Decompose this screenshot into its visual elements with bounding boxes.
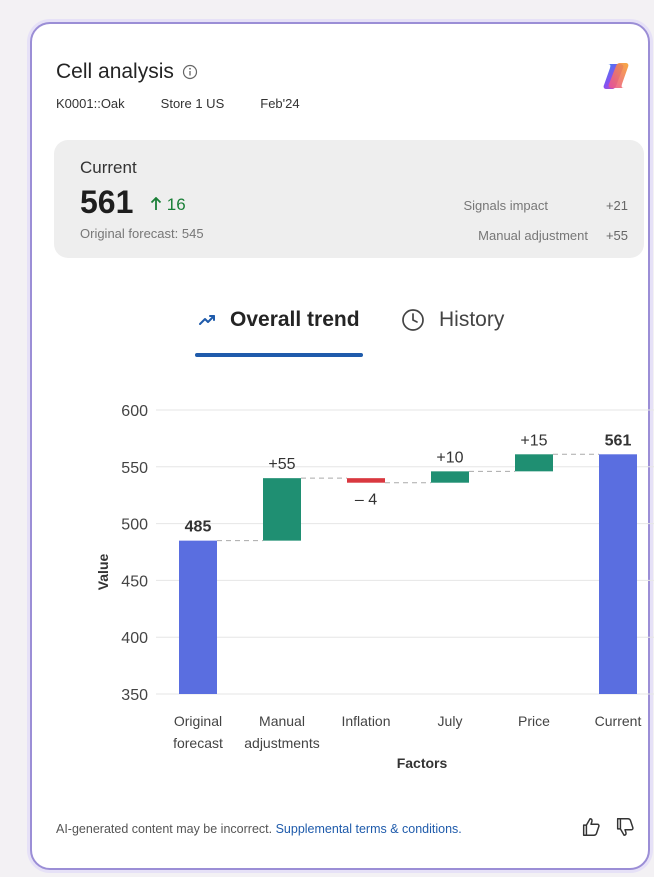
tab-history[interactable]: History — [401, 308, 504, 332]
arrow-up-icon — [150, 196, 162, 210]
y-tick-label: 550 — [121, 460, 148, 477]
bar-total — [179, 540, 217, 694]
x-tick-label: July — [438, 713, 463, 729]
clock-icon — [402, 309, 424, 331]
x-tick-label: Original — [174, 713, 222, 729]
x-tick-label: Inflation — [341, 713, 390, 729]
x-tick-label: adjustments — [244, 735, 319, 751]
selected-tab-indicator — [195, 353, 363, 357]
card-title: Cell analysis — [56, 60, 174, 83]
current-value: 561 — [80, 184, 134, 220]
x-tick-label: Price — [518, 713, 550, 729]
original-forecast-text: Original forecast: 545 — [80, 226, 204, 241]
data-label: – 4 — [355, 492, 377, 509]
y-tick-label: 450 — [121, 573, 148, 590]
bar-decrease — [347, 478, 385, 483]
tab-overall-trend-label: Overall trend — [230, 308, 360, 331]
cell-analysis-card: Cell analysis K0001::Oak Store 1 US Feb'… — [30, 22, 654, 870]
thumbs-down-icon[interactable] — [614, 816, 636, 838]
y-tick-label: 350 — [121, 687, 148, 704]
footer-disclaimer: AI-generated content may be incorrect. S… — [56, 822, 462, 836]
disclaimer-text: AI-generated content may be incorrect. — [56, 822, 273, 836]
data-label: +55 — [268, 456, 295, 473]
x-axis-label: Factors — [397, 755, 448, 771]
waterfall-chart: 350 400 450 500 550 600 485 Original forecast +55… — [95, 403, 654, 771]
y-axis-label: Value — [95, 554, 111, 591]
thumbs-up-icon[interactable] — [580, 816, 602, 838]
bar-increase — [515, 454, 553, 472]
x-tick-label: Current — [595, 713, 642, 729]
data-label: 561 — [605, 432, 632, 449]
title-row: Cell analysis — [56, 60, 198, 84]
supplemental-terms-link[interactable]: Supplemental terms & conditions. — [276, 822, 462, 836]
info-icon[interactable] — [182, 64, 198, 80]
bar-total — [599, 454, 637, 694]
cell-meta: K0001::Oak Store 1 US Feb'24 — [56, 96, 336, 111]
x-tick-label: forecast — [173, 735, 223, 751]
tab-overall-trend[interactable]: Overall trend — [198, 308, 360, 332]
signals-impact-value: +21 — [605, 198, 628, 213]
tab-history-label: History — [439, 308, 505, 331]
data-label: 485 — [185, 519, 212, 536]
y-tick-label: 400 — [121, 630, 148, 647]
current-label: Current — [80, 158, 137, 177]
copilot-icon[interactable] — [598, 58, 634, 94]
current-delta: 16 — [150, 195, 186, 215]
trend-icon — [199, 315, 215, 325]
y-tick-label: 500 — [121, 517, 148, 534]
delta-value: 16 — [166, 195, 186, 214]
manual-adjustment-label: Manual adjustment — [478, 228, 588, 243]
signals-impact-label: Signals impact — [463, 198, 548, 213]
period: Feb'24 — [260, 96, 300, 111]
bar-increase — [431, 471, 469, 483]
manual-adjustment-value: +55 — [605, 228, 628, 243]
current-summary: Current 561 16 Original forecast: 545 Si… — [54, 140, 644, 258]
item-id: K0001::Oak — [56, 96, 125, 111]
store-name: Store 1 US — [160, 96, 225, 111]
y-tick-label: 600 — [121, 403, 148, 420]
bar-increase — [263, 478, 301, 541]
data-label: +10 — [436, 449, 463, 466]
x-tick-label: Manual — [259, 713, 305, 729]
data-label: +15 — [520, 432, 547, 449]
